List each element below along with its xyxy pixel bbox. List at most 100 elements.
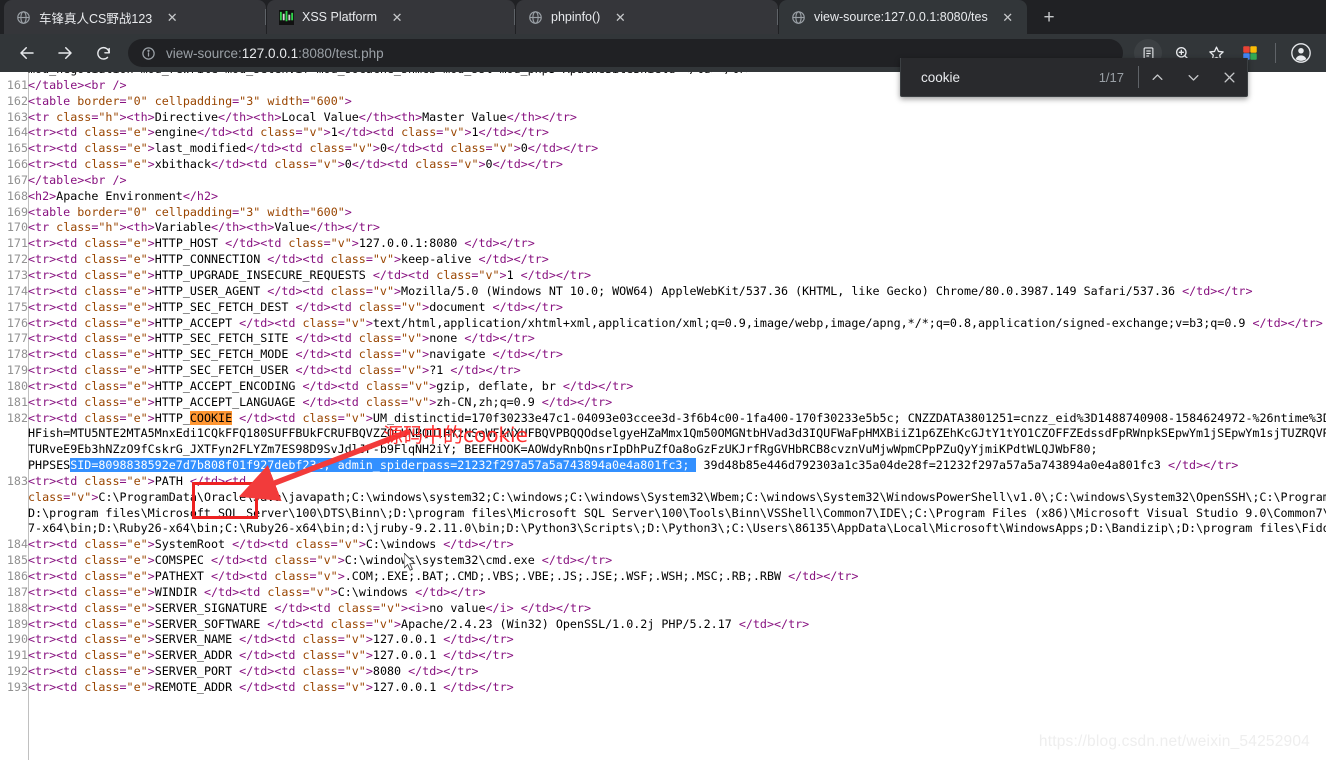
view-source-content[interactable]: mod_negotiation mod_rewrite mod_setenvif… (0, 72, 1326, 760)
line-number: 179 (0, 363, 28, 379)
line-number: 173 (0, 267, 28, 284)
back-button[interactable] (12, 38, 42, 68)
find-previous-button[interactable] (1139, 58, 1175, 97)
source-line: 172 <tr><td class="e">HTTP_CONNECTION </t… (0, 252, 1326, 268)
chevron-up-icon (1152, 73, 1162, 80)
line-code: <tr><td class="e">HTTP_USER_AGENT </td><… (28, 283, 1253, 298)
url-host: 127.0.0.1 (241, 45, 299, 61)
line-code: <tr><td class="e">HTTP_SEC_FETCH_USER </… (28, 363, 521, 378)
tab-title: view-source:127.0.0.1:8080/tes (814, 10, 988, 24)
source-line: 192 <tr><td class="e">SERVER_PORT </td><t… (0, 664, 1326, 680)
line-number: 186 (0, 569, 28, 585)
line-code: <tr><td class="e">SERVER_PORT </td><td c… (28, 664, 479, 679)
line-code: <table border="0" cellpadding="3" width=… (28, 204, 352, 219)
find-match-count: 1/17 (1098, 69, 1124, 85)
url-path: :8080/test.php (298, 45, 384, 61)
tab-close-button[interactable]: ✕ (387, 7, 407, 27)
find-close-button[interactable] (1211, 58, 1247, 97)
tab-strip: 车锋真人CS野战123 ✕ XSS Platform ✕ phpinfo() ✕ view-… (0, 0, 1326, 34)
toolbar-divider (1275, 43, 1276, 63)
line-code: <tr><td class="e">HTTP_SEC_FETCH_SITE </… (28, 331, 535, 346)
line-number: 169 (0, 204, 28, 221)
source-line: 174 <tr><td class="e">HTTP_USER_AGENT </t… (0, 283, 1326, 300)
line-number: 171 (0, 236, 28, 253)
chevron-down-icon (1188, 74, 1198, 81)
browser-tab-0[interactable]: 车锋真人CS野战123 ✕ (4, 0, 266, 34)
source-line: 170 <tr class="h"><th>Variable</th><th>Va… (0, 220, 1326, 237)
forward-button[interactable] (50, 38, 80, 68)
globe-icon (527, 9, 543, 25)
source-line: 184 <tr><td class="e">SystemRoot </td><td… (0, 537, 1326, 554)
xss-icon (278, 9, 294, 25)
browser-tab-3[interactable]: view-source:127.0.0.1:8080/tes ✕ (779, 0, 1027, 34)
line-code: <tr><td class="e">SERVER_ADDR </td><td c… (28, 648, 514, 663)
source-line: 186 <tr><td class="e">PATHEXT </td><td cl… (0, 569, 1326, 585)
line-code: <tr><td class="e">SERVER_SIGNATURE </td>… (28, 600, 592, 615)
source-line: 164 <tr><td class="e">engine</td><td clas… (0, 125, 1326, 142)
globe-icon (15, 9, 31, 25)
browser-tab-1[interactable]: XSS Platform ✕ (267, 0, 515, 34)
source-line: 179 <tr><td class="e">HTTP_SEC_FETCH_USER… (0, 363, 1326, 379)
line-number: 166 (0, 157, 28, 173)
source-code-table: mod_negotiation mod_rewrite mod_setenvif… (0, 72, 1326, 696)
browser-tab-2[interactable]: phpinfo() ✕ (516, 0, 778, 34)
line-code: <tr><td class="e">HTTP_SEC_FETCH_DEST </… (28, 299, 563, 314)
find-match-highlight: COOKIE (189, 410, 233, 425)
new-tab-button[interactable]: + (1035, 3, 1063, 31)
line-number: 180 (0, 378, 28, 395)
source-line: 187 <tr><td class="e">WINDIR </td><td cla… (0, 584, 1326, 601)
reload-button[interactable] (88, 38, 118, 68)
line-number: 190 (0, 632, 28, 649)
line-number: 170 (0, 220, 28, 237)
globe-icon (790, 9, 806, 25)
line-number: 178 (0, 347, 28, 364)
line-code: <tr><td class="e">HTTP_ACCEPT_LANGUAGE <… (28, 394, 613, 409)
source-line: 173 <tr><td class="e">HTTP_UPGRADE_INSECU… (0, 267, 1326, 284)
line-number: 177 (0, 331, 28, 348)
line-code: <tr><td class="e">HTTP_CONNECTION </td><… (28, 252, 549, 267)
line-code: <tr><td class="e">SystemRoot </td><td cl… (28, 537, 514, 552)
watermark-text: https://blog.csdn.net/weixin_54252904 (1038, 733, 1310, 751)
tab-separator (777, 9, 778, 25)
tab-close-button[interactable]: ✕ (998, 7, 1018, 27)
line-code: <tr><td class="e">WINDIR </td><td class=… (28, 584, 486, 599)
line-number: 176 (0, 315, 28, 332)
line-code: <tr><td class="e">REMOTE_ADDR </td><td c… (28, 679, 514, 694)
tab-title: phpinfo() (551, 10, 601, 24)
annotation-note-text: 源码中的cookie (383, 423, 528, 447)
line-number: 188 (0, 600, 28, 617)
line-code: <tr><td class="e">HTTP_ACCEPT_ENCODING <… (28, 378, 634, 393)
source-line: 181 <tr><td class="e">HTTP_ACCEPT_LANGUAG… (0, 394, 1326, 411)
line-code: <tr><td class="e">engine</td><td class="… (28, 125, 549, 140)
line-number: 172 (0, 252, 28, 268)
line-number: 175 (0, 299, 28, 316)
line-number: 182 (0, 410, 28, 474)
line-code: <tr><td class="e">HTTP_ACCEPT </td><td c… (28, 315, 1323, 330)
line-number: 191 (0, 648, 28, 665)
source-line: 169 <table border="0" cellpadding="3" wid… (0, 204, 1326, 221)
tab-close-button[interactable]: ✕ (610, 7, 630, 27)
line-number: 165 (0, 141, 28, 158)
source-line: 175 <tr><td class="e">HTTP_SEC_FETCH_DEST… (0, 299, 1326, 316)
line-number: 167 (0, 172, 28, 189)
line-code: <tr><td class="e">xbithack</td><td class… (28, 157, 563, 172)
line-code: <tr><td class="e">HTTP_HOST </td><td cla… (28, 236, 535, 251)
source-line: 182 <tr><td class="e">HTTP_COOKIE </td><t… (0, 410, 1326, 474)
source-line: 178 <tr><td class="e">HTTP_SEC_FETCH_MODE… (0, 347, 1326, 364)
line-number: 168 (0, 188, 28, 205)
line-number: 162 (0, 93, 28, 110)
source-line: 191 <tr><td class="e">SERVER_ADDR </td><t… (0, 648, 1326, 665)
tab-close-button[interactable]: ✕ (162, 7, 182, 27)
source-line: 163 <tr class="h"><th>Directive</th><th>L… (0, 109, 1326, 126)
info-circle-icon[interactable] (140, 45, 156, 61)
profile-button[interactable] (1287, 39, 1315, 67)
line-number: 163 (0, 109, 28, 126)
find-next-button[interactable] (1175, 58, 1211, 97)
source-line: 177 <tr><td class="e">HTTP_SEC_FETCH_SITE… (0, 331, 1326, 348)
line-number: 164 (0, 125, 28, 142)
source-line: 190 <tr><td class="e">SERVER_NAME </td><t… (0, 632, 1326, 649)
find-in-page-bar: 1/17 (900, 58, 1248, 97)
find-input[interactable] (901, 69, 1099, 85)
line-code: <tr><td class="e">HTTP_UPGRADE_INSECURE_… (28, 267, 592, 282)
address-bar-url: view-source:127.0.0.1:8080/test.php (166, 46, 384, 61)
